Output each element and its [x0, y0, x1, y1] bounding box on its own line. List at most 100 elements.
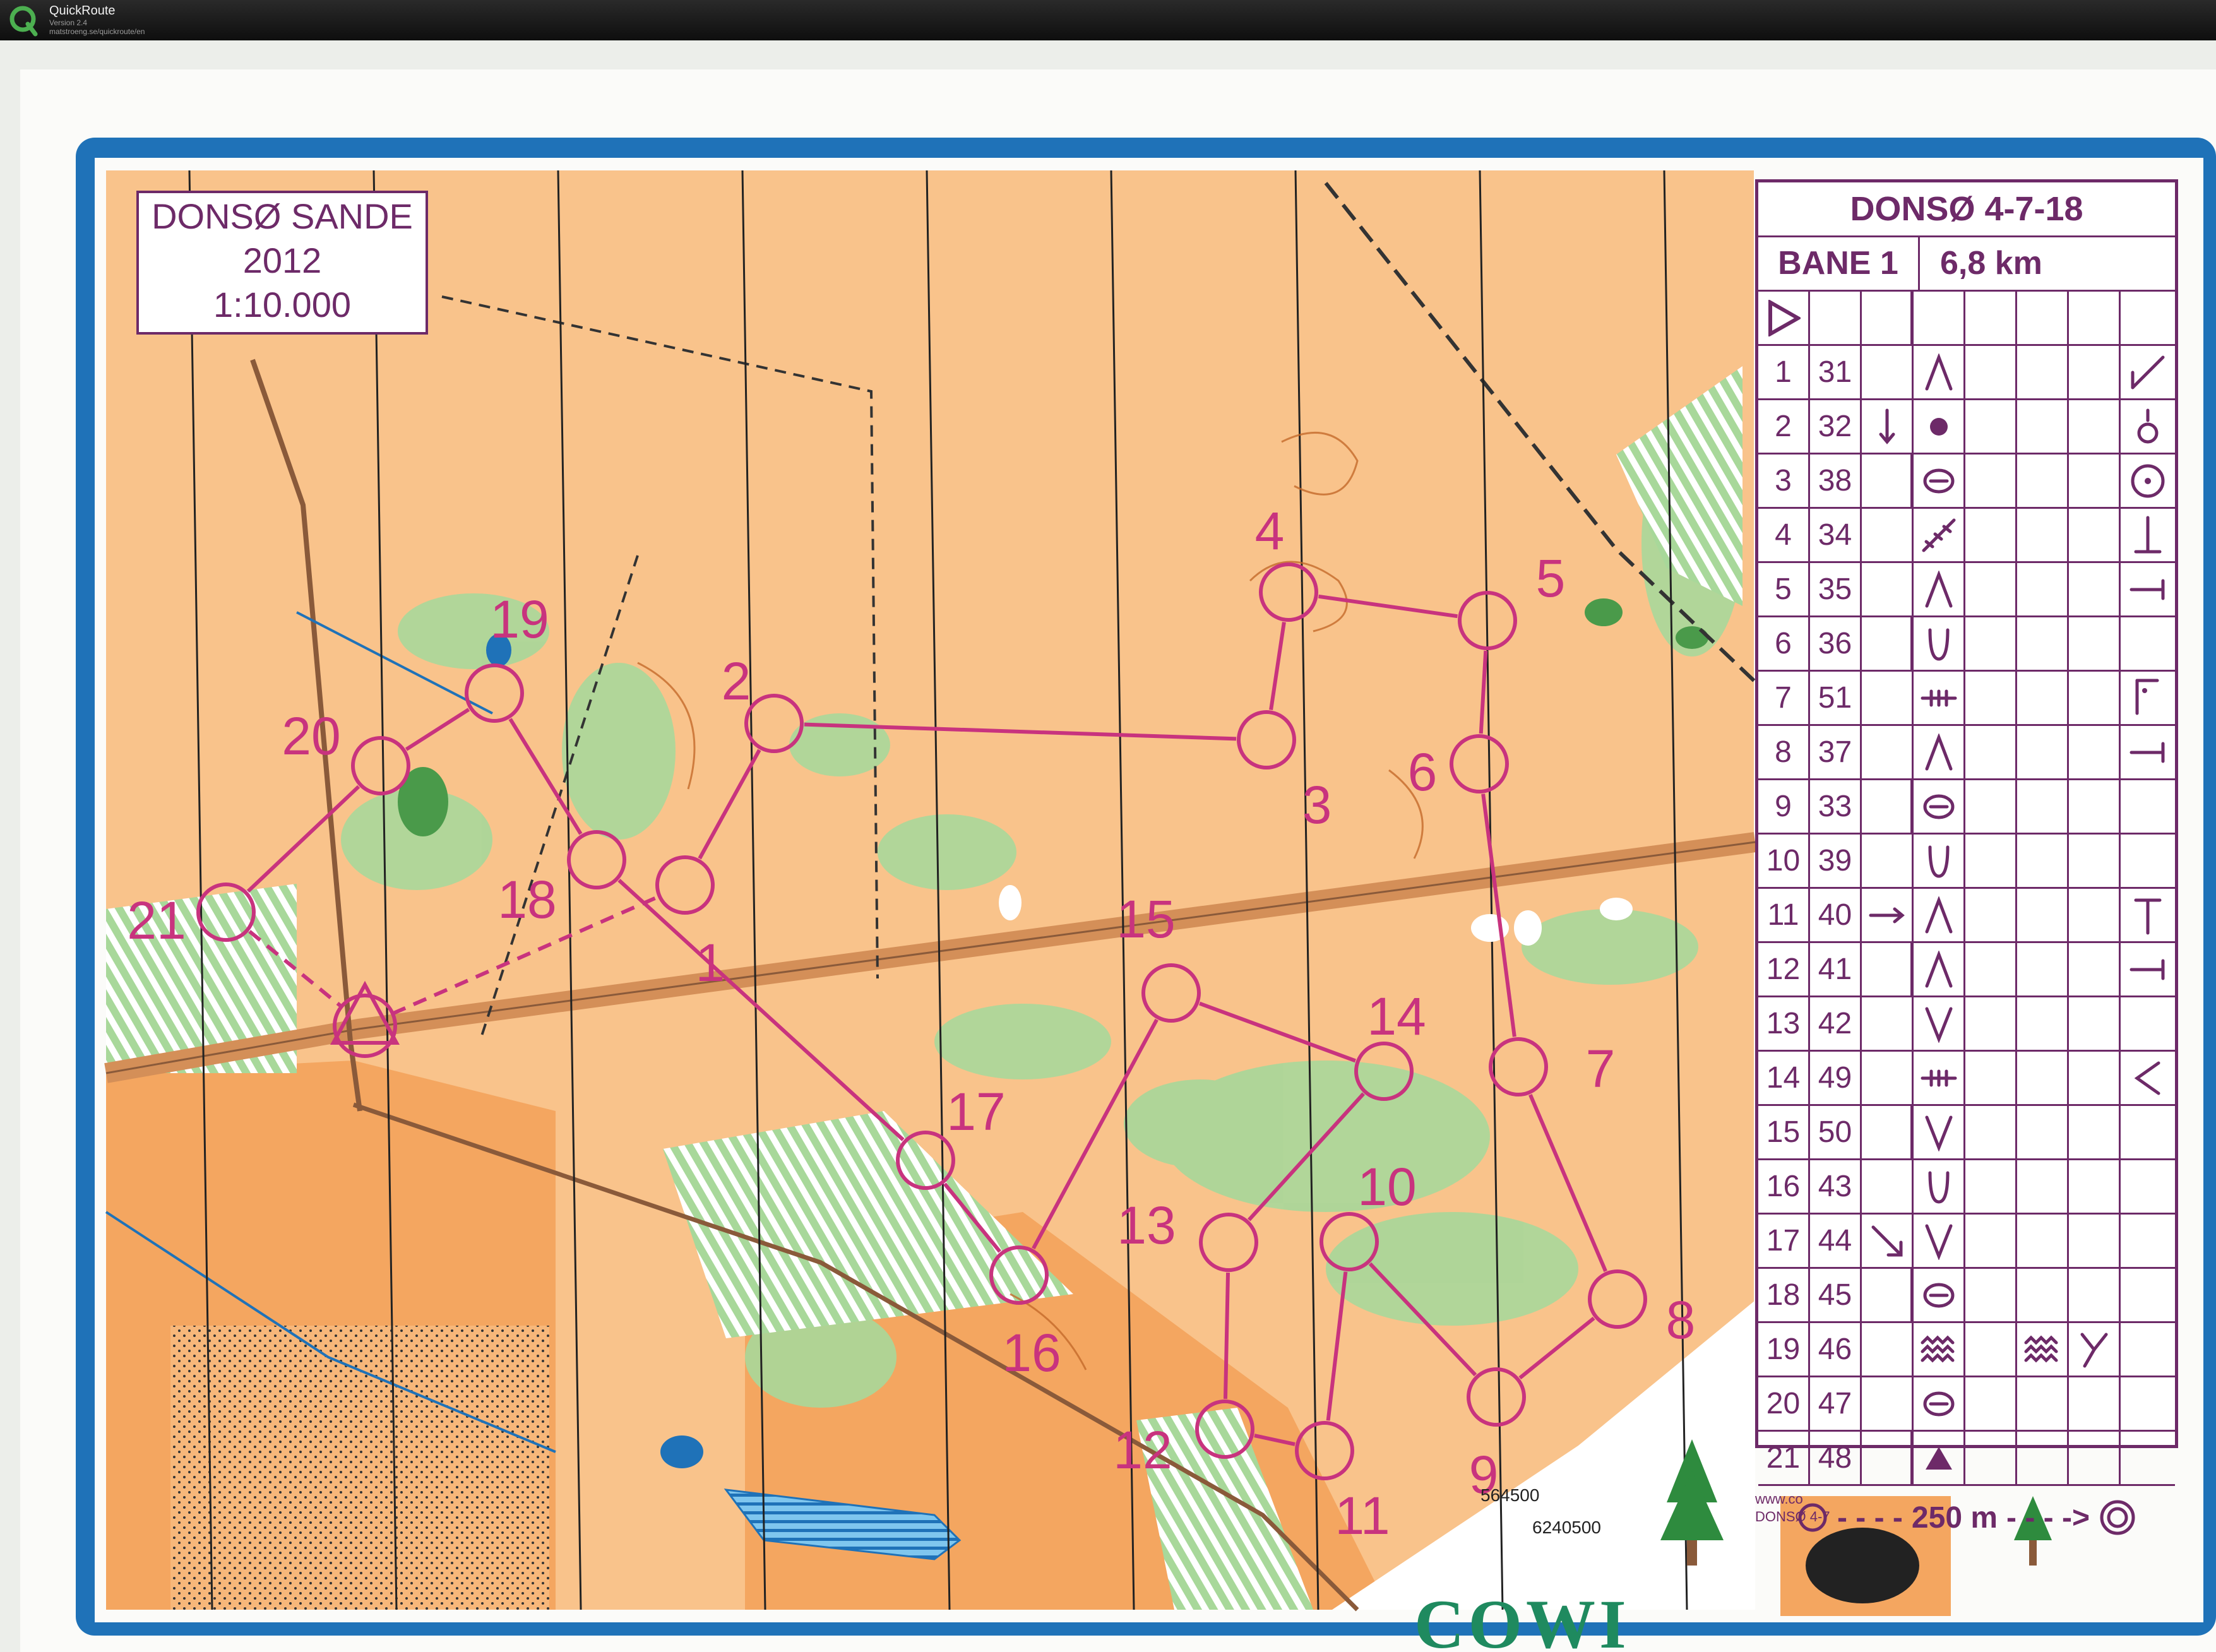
cd-empty-cell [1862, 780, 1914, 833]
control-number-21: 21 [127, 891, 186, 950]
control-number-15: 15 [1116, 889, 1175, 949]
cd-row-13: 13 42 [1758, 997, 2175, 1052]
control-number-11: 11 [1335, 1486, 1390, 1545]
finish-circle-icon [2100, 1500, 2135, 1535]
reentrant-icon [1914, 835, 1965, 887]
cd-control-code: 45 [1810, 1269, 1862, 1321]
cd-control-code: 31 [1810, 346, 1862, 398]
cd-empty-cell [1965, 1269, 2017, 1321]
top-icon [2121, 889, 2175, 941]
cd-control-number: 17 [1758, 1215, 1810, 1267]
control-number-14: 14 [1367, 987, 1426, 1046]
cd-control-code: 38 [1810, 455, 1862, 507]
cd-row-10: 10 39 [1758, 835, 2175, 889]
cd-empty-cell [1965, 780, 2017, 833]
cd-empty-cell [2069, 889, 2121, 941]
window-titlebar: QuickRoute Version 2.4 matstroeng.se/qui… [0, 0, 2216, 40]
knoll-elong-icon [1914, 455, 1965, 507]
cd-empty-cell [1862, 1052, 1914, 1104]
cd-empty-cell [2017, 726, 2069, 778]
cd-empty-cell [2069, 346, 2121, 398]
cd-empty-cell [2069, 617, 2121, 670]
cd-control-number: 19 [1758, 1323, 1810, 1376]
cd-empty-cell [1965, 400, 2017, 453]
control-number-13: 13 [1117, 1196, 1176, 1255]
cd-control-code: 48 [1810, 1432, 1862, 1484]
cd-empty-cell [1862, 346, 1914, 398]
cd-empty-cell [2069, 563, 2121, 615]
dot-icon [1914, 400, 1965, 453]
triangle-icon [1914, 1432, 1965, 1484]
cd-empty-cell [1862, 672, 1914, 724]
cd-empty-cell [2017, 1160, 2069, 1213]
cd-control-rows: 1 31 2 32 3 38 4 34 5 35 6 36 7 51 8 37 9 33 10 39 11 40 12 41 1… [1758, 346, 2175, 1486]
cd-row-8: 8 37 [1758, 726, 2175, 780]
cd-empty-cell [2069, 1052, 2121, 1104]
cd-empty-cell [2069, 1377, 2121, 1430]
cd-empty-cell [2017, 455, 2069, 507]
cd-row-11: 11 40 [1758, 889, 2175, 943]
cd-course-name: BANE 1 [1758, 237, 1920, 290]
cd-empty-cell [1965, 509, 2017, 561]
cd-empty-cell [1965, 346, 2017, 398]
finish-distance: 250 m [1911, 1500, 1998, 1535]
cd-empty-cell [2017, 617, 2069, 670]
cd-empty-cell [1965, 617, 2017, 670]
cd-row-6: 6 36 [1758, 617, 2175, 672]
spur-icon [1914, 563, 1965, 615]
cd-empty-cell [2017, 346, 2069, 398]
cd-control-number: 5 [1758, 563, 1810, 615]
cd-row-1: 1 31 [1758, 346, 2175, 400]
zigzag-icon [2017, 1323, 2069, 1376]
cd-empty-cell [1862, 943, 1914, 995]
cd-row-14: 14 49 [1758, 1052, 2175, 1106]
terrain-dotted-area [170, 1326, 549, 1610]
cd-control-number: 1 [1758, 346, 1810, 398]
cd-control-number: 2 [1758, 400, 1810, 453]
sponsor-brand: COWI [1414, 1586, 1630, 1652]
reentrant-icon [1914, 1160, 1965, 1213]
cd-start-row [1758, 292, 2175, 346]
cd-empty-cell [2069, 835, 2121, 887]
cd-control-code: 51 [1810, 672, 1862, 724]
cd-empty-cell [2069, 997, 2121, 1050]
control-number-10: 10 [1357, 1157, 1416, 1216]
cd-empty-cell [2069, 726, 2121, 778]
cd-event-header: DONSØ 4-7-18 [1758, 182, 2175, 237]
cd-control-code: 43 [1810, 1160, 1862, 1213]
cd-control-number: 3 [1758, 455, 1810, 507]
knoll-elong-icon [1914, 1269, 1965, 1321]
arrow-down-icon [1862, 400, 1914, 453]
cd-empty-cell [1965, 1215, 2017, 1267]
cd-control-number: 9 [1758, 780, 1810, 833]
cd-empty-cell [2017, 835, 2069, 887]
control-number-1: 1 [696, 933, 725, 992]
cd-empty-cell [1862, 455, 1914, 507]
cd-control-code: 33 [1810, 780, 1862, 833]
control-number-2: 2 [722, 651, 751, 711]
cd-empty-cell [2121, 780, 2175, 833]
cd-course-row: BANE 1 6,8 km [1758, 237, 2175, 292]
grid-label-easting: 564500 [1480, 1485, 1539, 1505]
dashes-right: - - - -> [2006, 1500, 2090, 1535]
cd-control-code: 47 [1810, 1377, 1862, 1430]
cd-empty-cell [1862, 726, 1914, 778]
cd-empty-cell [2017, 1215, 2069, 1267]
cd-empty-cell [1862, 1269, 1914, 1321]
map-title-box: DONSØ SANDE 2012 1:10.000 [136, 191, 428, 335]
cd-row-7: 7 51 [1758, 672, 2175, 726]
control-number-3: 3 [1302, 775, 1332, 835]
cd-empty-cell [1965, 1377, 2017, 1430]
cd-row-20: 20 47 [1758, 1377, 2175, 1432]
cd-empty-cell [2017, 1432, 2069, 1484]
cd-empty-cell [2069, 780, 2121, 833]
cd-empty-cell [1965, 1052, 2017, 1104]
spur-icon [1914, 726, 1965, 778]
cd-empty-cell [2121, 617, 2175, 670]
cd-control-number: 16 [1758, 1160, 1810, 1213]
cd-empty-cell [2121, 1160, 2175, 1213]
control-number-4: 4 [1255, 501, 1285, 561]
control-number-18: 18 [497, 870, 556, 929]
app-title: QuickRoute [49, 4, 116, 18]
sponsor-url: www.co [1755, 1491, 1803, 1507]
